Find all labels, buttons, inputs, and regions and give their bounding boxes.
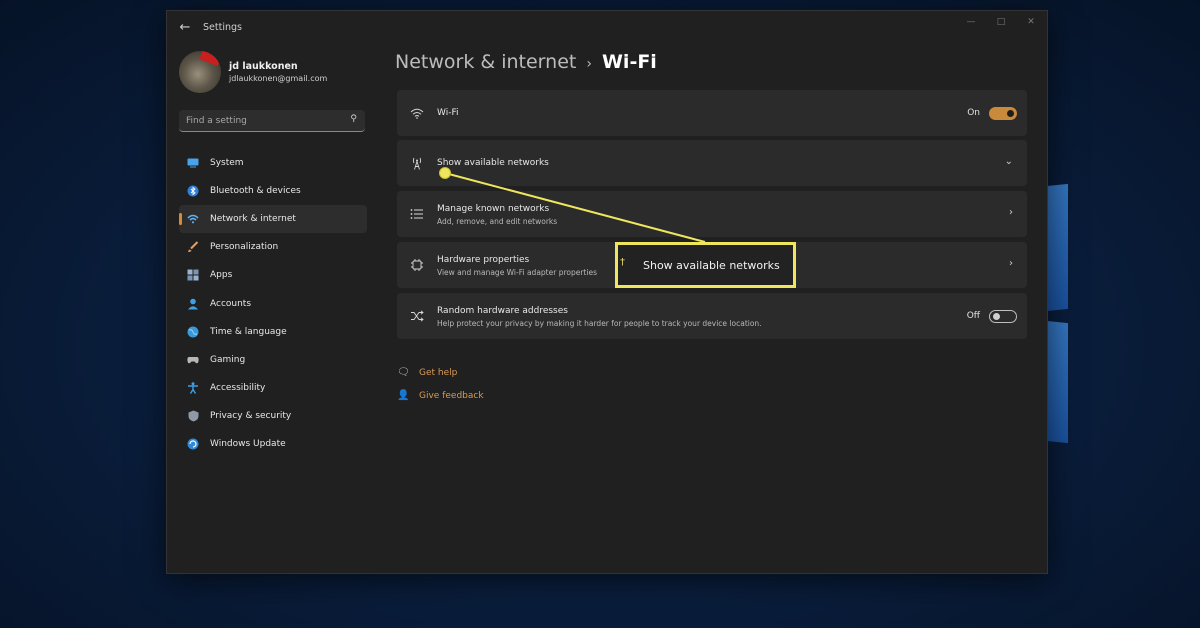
globe-icon xyxy=(187,326,199,338)
chevron-down-icon[interactable]: ⌄ xyxy=(1005,156,1013,167)
sidebar-item-accessibility[interactable]: Accessibility xyxy=(179,374,367,402)
controller-icon xyxy=(187,354,199,366)
feedback-icon: 👤 xyxy=(397,390,410,401)
search-icon[interactable]: ⚲ xyxy=(350,114,357,124)
sidebar-item-label: Bluetooth & devices xyxy=(210,186,301,197)
person-icon xyxy=(187,298,199,310)
manage-known-networks-row[interactable]: Manage known networks Add, remove, and e… xyxy=(397,191,1027,237)
breadcrumb-current: Wi-Fi xyxy=(601,51,657,73)
sidebar-item-bluetooth[interactable]: Bluetooth & devices xyxy=(179,177,367,205)
brush-icon xyxy=(187,241,199,253)
shuffle-icon xyxy=(409,308,425,324)
search-input[interactable] xyxy=(186,114,346,128)
sidebar-item-network[interactable]: Network & internet xyxy=(179,205,367,234)
sidebar-item-time-language[interactable]: Time & language xyxy=(179,318,367,346)
help-icon: 🗨 xyxy=(397,367,410,378)
antenna-icon xyxy=(409,155,425,171)
sidebar-item-personalization[interactable]: Personalization xyxy=(179,233,367,261)
sidebar-item-apps[interactable]: Apps xyxy=(179,261,367,289)
apps-icon xyxy=(187,269,199,281)
app-title: Settings xyxy=(203,22,242,33)
hardware-description: View and manage Wi-Fi adapter properties xyxy=(437,268,597,277)
sidebar-item-label: Accounts xyxy=(210,298,252,309)
show-networks-label: Show available networks xyxy=(437,158,549,168)
breadcrumb-parent[interactable]: Network & internet xyxy=(395,51,576,73)
wifi-state-label: On xyxy=(967,108,980,118)
toggle-knob xyxy=(1007,110,1014,117)
desktop-logo-pane-top xyxy=(1046,183,1068,312)
wifi-toggle[interactable] xyxy=(989,107,1017,120)
chevron-right-icon[interactable]: › xyxy=(1009,207,1013,218)
page-title: Network & internet › Wi-Fi xyxy=(395,51,657,73)
manage-known-description: Add, remove, and edit networks xyxy=(437,217,558,226)
sidebar-item-label: Gaming xyxy=(210,354,246,365)
random-hw-label: Random hardware addresses xyxy=(437,306,568,316)
list-icon xyxy=(409,206,425,222)
sidebar-nav: System Bluetooth & devices Network & int… xyxy=(179,149,367,458)
sidebar-item-system[interactable]: System xyxy=(179,149,367,177)
user-name: jd laukkonen xyxy=(229,61,298,72)
user-email: jdlaukkonen@gmail.com xyxy=(229,74,328,83)
random-hw-toggle[interactable] xyxy=(989,310,1017,323)
chip-icon xyxy=(409,257,425,273)
toggle-knob xyxy=(993,313,1000,320)
sidebar-item-label: Accessibility xyxy=(210,382,266,393)
sidebar-item-privacy[interactable]: Privacy & security xyxy=(179,402,367,430)
sidebar-item-accounts[interactable]: Accounts xyxy=(179,289,367,317)
sidebar-item-label: System xyxy=(210,158,244,169)
network-icon xyxy=(187,213,199,225)
breadcrumb-separator-icon: › xyxy=(586,56,592,72)
random-hardware-addresses-row[interactable]: Random hardware addresses Help protect y… xyxy=(397,293,1027,339)
get-help-link[interactable]: Get help xyxy=(419,368,457,378)
title-bar: ← Settings — □ ✕ xyxy=(167,11,1047,45)
system-icon xyxy=(187,157,199,169)
bluetooth-icon xyxy=(187,185,199,197)
sidebar-item-label: Privacy & security xyxy=(210,410,292,421)
show-available-networks-row[interactable]: Show available networks ⌄ xyxy=(397,140,1027,186)
sidebar-item-label: Apps xyxy=(210,270,233,281)
sidebar-item-label: Personalization xyxy=(210,242,279,253)
accessibility-icon xyxy=(187,382,199,394)
wifi-label: Wi-Fi xyxy=(437,108,459,118)
sidebar-item-windows-update[interactable]: Windows Update xyxy=(179,430,367,458)
hardware-label: Hardware properties xyxy=(437,255,530,265)
minimize-button[interactable]: — xyxy=(959,15,983,29)
update-icon xyxy=(187,438,199,450)
callout-text: Show available networks xyxy=(643,259,780,272)
search-box[interactable]: ⚲ xyxy=(179,110,365,132)
antenna-icon: † xyxy=(620,257,625,268)
random-hw-description: Help protect your privacy by making it h… xyxy=(437,319,762,328)
manage-known-label: Manage known networks xyxy=(437,204,550,214)
close-button[interactable]: ✕ xyxy=(1019,15,1043,29)
sidebar-item-gaming[interactable]: Gaming xyxy=(179,346,367,374)
desktop-logo-pane-bottom xyxy=(1046,320,1068,444)
shield-icon xyxy=(187,410,199,422)
random-hw-state-label: Off xyxy=(966,311,980,321)
maximize-button[interactable]: □ xyxy=(989,15,1013,29)
chevron-right-icon[interactable]: › xyxy=(1009,258,1013,269)
wifi-icon xyxy=(409,105,425,121)
give-feedback-link[interactable]: Give feedback xyxy=(419,391,484,401)
annotation-callout: † Show available networks xyxy=(615,242,796,288)
sidebar-item-label: Time & language xyxy=(210,326,287,337)
sidebar-item-label: Network & internet xyxy=(210,214,296,225)
back-arrow-icon[interactable]: ← xyxy=(177,20,193,36)
wifi-toggle-row[interactable]: Wi-Fi On xyxy=(397,90,1027,136)
avatar[interactable] xyxy=(179,51,221,93)
santa-hat-pompom xyxy=(215,51,221,57)
sidebar-item-label: Windows Update xyxy=(210,438,286,449)
settings-window: ← Settings — □ ✕ jd laukkonen jdlaukkone… xyxy=(166,10,1048,574)
